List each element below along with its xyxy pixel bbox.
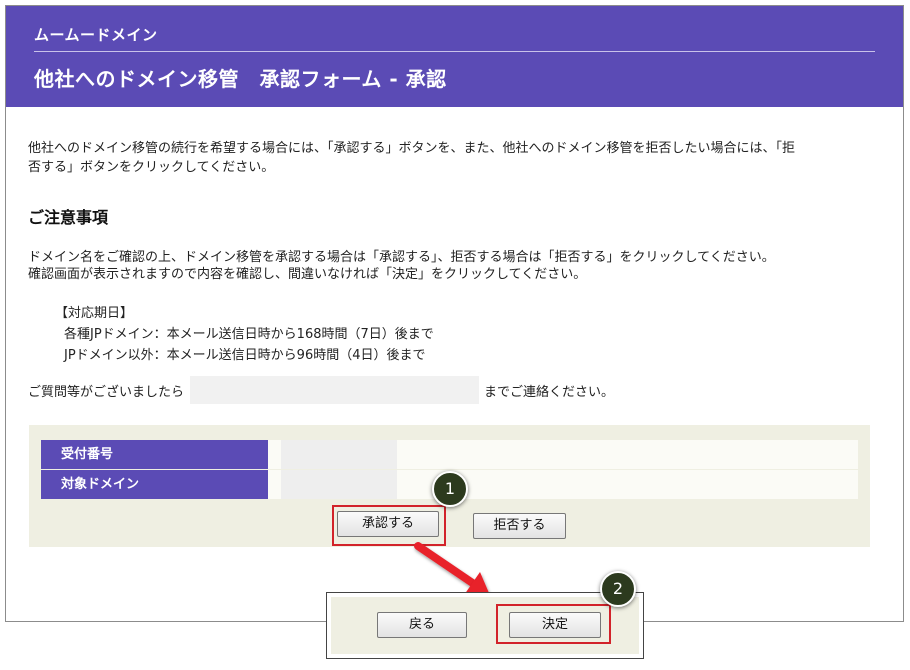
- contact-text-after: までご連絡ください。: [484, 384, 615, 400]
- redacted-receipt-number: [281, 440, 397, 469]
- brand-logo: ムームードメイン: [34, 26, 158, 44]
- intro-line-1: 他社へのドメイン移管の続行を希望する場合には、「承認する」ボタンを、また、他社へ…: [28, 141, 796, 156]
- contact-line: ご質問等がございましたら までご連絡ください。: [28, 376, 614, 404]
- step-1-badge: 1: [432, 471, 468, 507]
- reject-button[interactable]: 拒否する: [473, 513, 566, 539]
- redacted-target-domain: [281, 470, 397, 499]
- page-header: ムームードメイン 他社へのドメイン移管 承認フォーム - 承認: [6, 6, 903, 107]
- deadline-block: 【対応期日】 各種JPドメイン：本メール送信日時から168時間（7日）後まで J…: [55, 303, 434, 366]
- intro-text: 他社へのドメイン移管の続行を希望する場合には、「承認する」ボタンを、また、他社へ…: [28, 139, 795, 177]
- header-divider: [34, 51, 875, 52]
- back-button[interactable]: 戻る: [377, 612, 467, 638]
- notes-text: ドメイン名をご確認の上、ドメイン移管を承認する場合は「承認する」、拒否する場合は…: [28, 249, 775, 283]
- notes-line-2: 確認画面が表示されますので内容を確認し、間違いなければ「決定」をクリックしてくだ…: [28, 267, 587, 282]
- target-domain-label: 対象ドメイン: [41, 470, 268, 499]
- redacted-email: [190, 376, 480, 404]
- deadline-title: 【対応期日】: [55, 306, 134, 321]
- step-2-badge: 2: [600, 571, 636, 607]
- contact-text-before: ご質問等がございましたら: [28, 384, 185, 400]
- page-title: 他社へのドメイン移管 承認フォーム - 承認: [34, 67, 447, 91]
- notes-heading: ご注意事項: [28, 208, 109, 227]
- deadline-non-jp-domains: JPドメイン以外：本メール送信日時から96時間（4日）後まで: [64, 348, 426, 363]
- submit-highlight-box: [496, 604, 611, 644]
- receipt-number-label: 受付番号: [41, 440, 268, 469]
- notes-line-1: ドメイン名をご確認の上、ドメイン移管を承認する場合は「承認する」、拒否する場合は…: [28, 250, 775, 265]
- intro-line-2: 否する」ボタンをクリックしてください。: [28, 160, 275, 175]
- deadline-jp-domains: 各種JPドメイン：本メール送信日時から168時間（7日）後まで: [64, 327, 434, 342]
- receipt-number-row: 受付番号: [41, 440, 858, 469]
